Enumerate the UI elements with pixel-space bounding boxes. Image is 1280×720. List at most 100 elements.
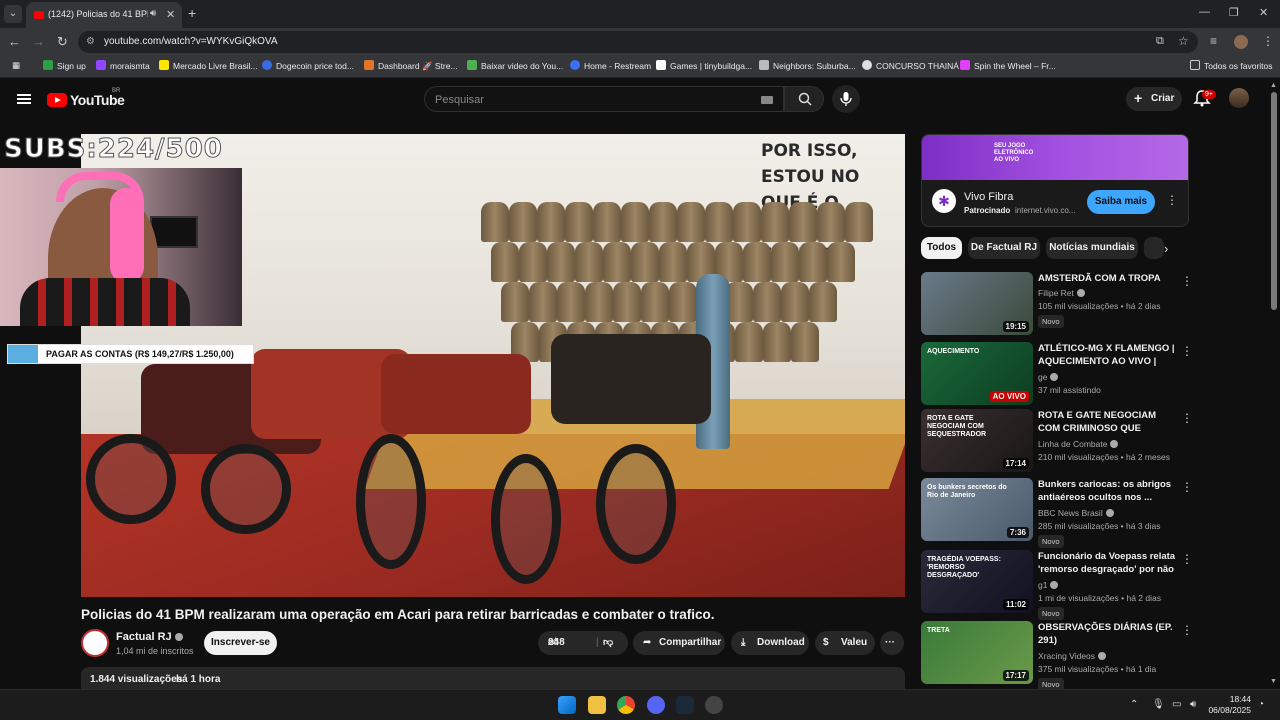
video-options-icon[interactable]: ⋮ — [1181, 274, 1193, 288]
gas-cylinder — [763, 322, 791, 362]
apps-grid-icon[interactable]: ▦ — [12, 60, 20, 71]
bookmark-10[interactable]: Spin the Wheel – Fr... — [960, 60, 1056, 71]
bookmark-4[interactable]: Dashboard 🚀 Stre... — [364, 60, 458, 72]
new-badge: Novo — [1038, 535, 1064, 548]
chrome-icon[interactable] — [617, 696, 635, 714]
ad-cta-button[interactable]: Saiba mais — [1087, 190, 1155, 214]
bookmark-5[interactable]: Baixar video do You... — [467, 60, 563, 71]
scroll-up-arrow-icon[interactable]: ▲ — [1270, 82, 1277, 89]
voice-search-button[interactable] — [832, 85, 860, 113]
channel-name[interactable]: Factual RJ — [116, 631, 183, 643]
account-avatar[interactable] — [1229, 88, 1249, 108]
sponsored-ad-card[interactable]: SEU JOGO ELETRÔNICO AO VIVO ✱ Vivo Fibra… — [921, 134, 1189, 227]
bookmark-2[interactable]: Mercado Livre Brasil... — [159, 60, 258, 71]
ad-menu-icon[interactable]: ⋮ — [1166, 193, 1178, 207]
recommended-video[interactable]: 19:15 AMSTERDÃ COM A TROPA Filipe Ret 105 m… — [921, 272, 1193, 336]
cast-icon[interactable]: ⧉ — [1156, 35, 1164, 48]
back-icon[interactable]: ← — [8, 34, 21, 49]
browser-tab-active[interactable]: (1242) Policias do 41 BPM r 🔊︎ ✕ — [26, 2, 182, 28]
menu-icon[interactable] — [17, 94, 31, 104]
share-button[interactable]: ➦ Compartilhar — [633, 631, 725, 655]
thanks-button[interactable]: $ Valeu — [815, 631, 875, 655]
chevron-right-icon[interactable]: › — [1164, 241, 1168, 256]
subscribe-button[interactable]: Inscrever-se — [204, 631, 277, 655]
bookmark-6[interactable]: Home - Restream — [570, 60, 651, 71]
chip-world-news[interactable]: Notícias mundiais — [1046, 237, 1138, 259]
speaker-icon[interactable]: 🔊︎ — [150, 8, 156, 19]
chip-all[interactable]: Todos — [921, 237, 962, 259]
download-button[interactable]: ⤓ Download — [731, 631, 809, 655]
tray-chevron-up-icon[interactable]: ⌃ — [1130, 699, 1138, 710]
windows-start-icon[interactable] — [558, 696, 576, 714]
video-options-icon[interactable]: ⋮ — [1181, 480, 1193, 494]
video-options-icon[interactable]: ⋮ — [1181, 344, 1193, 358]
chip-more[interactable] — [1144, 237, 1164, 259]
bookmark-7[interactable]: Games | tinybuildga... — [656, 60, 752, 71]
video-options-icon[interactable]: ⋮ — [1181, 623, 1193, 637]
restore-icon[interactable]: ❐ — [1229, 6, 1239, 19]
gas-cylinder — [603, 242, 631, 282]
reload-icon[interactable]: ↻ — [57, 34, 68, 50]
recommended-video[interactable]: Os bunkers secretos do Rio de Janeiro 7:3… — [921, 478, 1193, 548]
gas-cylinder — [501, 282, 529, 322]
more-dots-icon: ··· — [885, 637, 895, 648]
search-button[interactable] — [784, 86, 824, 112]
recommended-video[interactable]: TRETA 17:17 OBSERVAÇÕES DIÁRIAS (EP. 291) X… — [921, 621, 1193, 691]
keyboard-icon[interactable] — [761, 96, 773, 104]
all-bookmarks[interactable]: Todos os favoritos — [1190, 60, 1273, 71]
tab-search-icon[interactable]: ⌄ — [4, 5, 22, 23]
file-explorer-icon[interactable] — [588, 696, 606, 714]
bookmark-8[interactable]: Neighbors: Suburba... — [759, 60, 856, 71]
tray-volume-icon[interactable]: 🔊︎ — [1190, 699, 1196, 710]
chip-from-channel[interactable]: De Factual RJ — [968, 237, 1040, 259]
video-thumbnail[interactable]: 19:15 — [921, 272, 1033, 335]
ad-url: internet.vivo.co... — [1015, 206, 1076, 215]
forward-icon[interactable]: → — [32, 34, 45, 49]
video-options-icon[interactable]: ⋮ — [1181, 411, 1193, 425]
reading-list-icon[interactable]: ≡ — [1210, 34, 1217, 48]
channel-avatar[interactable] — [81, 629, 109, 657]
ad-banner-text: SEU JOGO ELETRÔNICO AO VIVO — [994, 143, 1034, 163]
taskbar-clock[interactable]: 18:44 06/08/2025 — [1205, 694, 1251, 716]
video-thumbnail[interactable]: AQUECIMENTO AO VIVO — [921, 342, 1033, 405]
browser-menu-icon[interactable]: ⋮ — [1262, 34, 1274, 48]
new-tab-icon[interactable]: + — [188, 5, 196, 21]
video-thumbnail[interactable]: TRETA 17:17 — [921, 621, 1033, 684]
download-label: Download — [757, 637, 805, 648]
page-scrollbar[interactable] — [1271, 92, 1277, 310]
video-thumbnail[interactable]: Os bunkers secretos do Rio de Janeiro 7:3… — [921, 478, 1033, 541]
recommended-video[interactable]: ROTA E GATE NEGOCIAM COM SEQUESTRADOR 17:… — [921, 409, 1193, 473]
minimize-icon[interactable]: — — [1199, 6, 1210, 18]
more-actions-button[interactable]: ··· — [880, 631, 904, 655]
tray-microphone-icon[interactable]: 🎙︎ — [1152, 699, 1165, 710]
notification-center-icon[interactable]: ◔ — [1258, 699, 1264, 710]
address-bar[interactable]: ⚙ youtube.com/watch?v=WYKvGiQkOVA ⧉ ☆ — [78, 31, 1198, 53]
close-window-icon[interactable]: ✕ — [1259, 6, 1268, 19]
search-input[interactable]: Pesquisar — [424, 86, 784, 112]
create-button[interactable]: + Criar — [1126, 87, 1182, 111]
description-box[interactable]: 1.844 visualizações há 1 hora — [81, 667, 905, 689]
steam-icon[interactable] — [676, 696, 694, 714]
bookmark-0[interactable]: Sign up — [43, 60, 86, 71]
bookmark-1[interactable]: moraismta — [96, 60, 150, 71]
close-tab-icon[interactable]: ✕ — [166, 8, 175, 21]
video-thumbnail[interactable]: TRAGÉDIA VOEPASS: 'REMORSO DESGRAÇADO' 11… — [921, 550, 1033, 613]
site-info-icon[interactable]: ⚙ — [86, 36, 95, 47]
recommended-title: OBSERVAÇÕES DIÁRIAS (EP. 291) — [1038, 622, 1173, 646]
video-thumbnail[interactable]: ROTA E GATE NEGOCIAM COM SEQUESTRADOR 17:… — [921, 409, 1033, 472]
bookmark-3[interactable]: Dogecoin price tod... — [262, 60, 354, 71]
obs-icon[interactable] — [705, 696, 723, 714]
bookmark-star-icon[interactable]: ☆ — [1178, 34, 1189, 48]
profile-icon[interactable] — [1234, 35, 1248, 49]
video-options-icon[interactable]: ⋮ — [1181, 552, 1193, 566]
bookmark-9[interactable]: CONCURSO THAINÁ — [862, 60, 959, 71]
recommended-title: ROTA E GATE NEGOCIAM COM CRIMINOSO QUE M… — [1038, 410, 1157, 434]
tray-network-icon[interactable]: ▭ — [1172, 699, 1181, 710]
recommended-video[interactable]: TRAGÉDIA VOEPASS: 'REMORSO DESGRAÇADO' 11… — [921, 550, 1193, 620]
wall-text-line-1: POR ISSO, ESTOU NO — [761, 141, 860, 187]
discord-icon[interactable] — [647, 696, 665, 714]
ad-banner[interactable]: SEU JOGO ELETRÔNICO AO VIVO — [922, 135, 1188, 180]
recommended-video[interactable]: AQUECIMENTO AO VIVO ATLÉTICO-MG X FLAMENGO… — [921, 342, 1193, 406]
scroll-down-arrow-icon[interactable]: ▼ — [1270, 678, 1277, 685]
gas-cylinder — [547, 242, 575, 282]
